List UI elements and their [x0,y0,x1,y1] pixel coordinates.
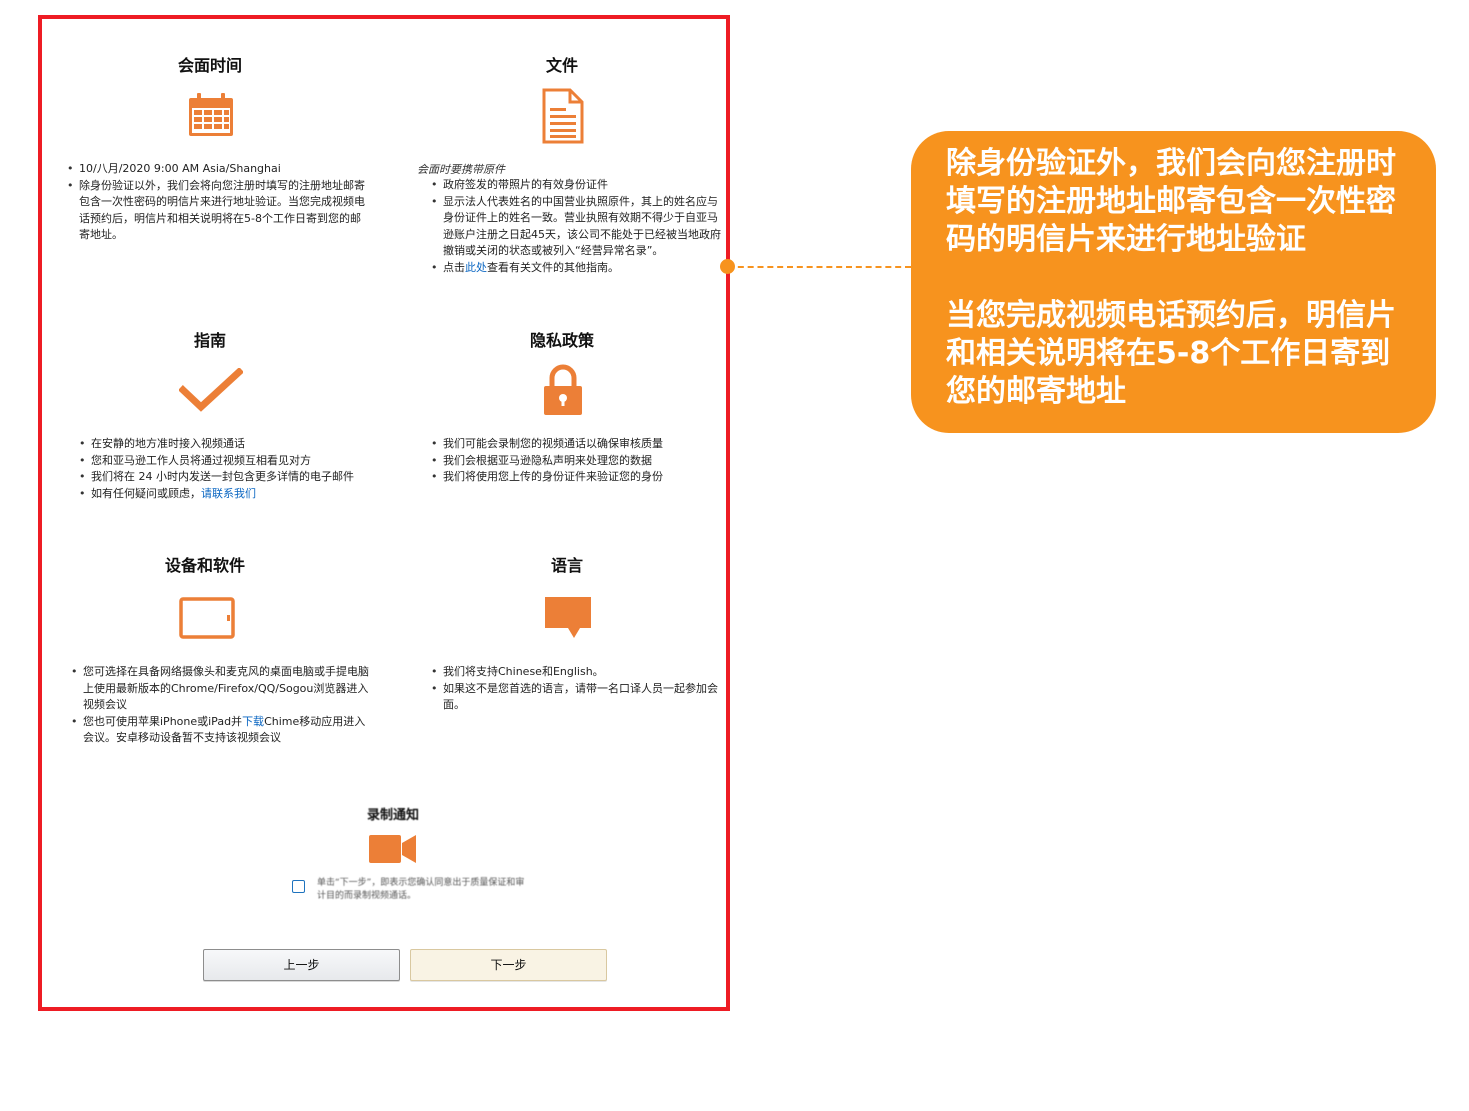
video-camera-icon [369,835,416,863]
connector-line [728,266,911,268]
privacy-title: 隐私政策 [529,331,594,350]
recording-consent-checkbox[interactable] [292,880,305,893]
devices-title: 设备和软件 [164,556,245,575]
list-item: 10/八月/2020 9:00 AM Asia/Shanghai [67,161,367,178]
privacy-list: 我们可能会录制您的视频通话以确保审核质量 我们会根据亚马逊隐私声明来处理您的数据… [431,436,723,486]
address-verification-callout: 除身份验证外，我们会向您注册时填写的注册地址邮寄包含一次性密码的明信片来进行地址… [911,131,1436,433]
download-chime-link[interactable]: 下载 [242,715,264,728]
list-item: 我们将支持Chinese和English。 [431,664,731,681]
list-item: 我们将在 24 小时内发送一封包含更多详情的电子邮件 [79,469,367,486]
list-item: 如果这不是您首选的语言，请带一名口译人员一起参加会面。 [431,681,731,714]
list-item: 点击此处查看有关文件的其他指南。 [431,260,723,277]
guide-title: 指南 [193,331,226,350]
devices-link-prefix: 您也可使用苹果iPhone或iPad并 [83,714,243,728]
documents-guide-link[interactable]: 此处 [465,261,487,274]
list-item: 如有任何疑问或顾虑，请联系我们 [79,486,367,503]
list-item: 显示法人代表姓名的中国营业执照原件，其上的姓名应与身份证件上的姓名一致。营业执照… [431,194,723,260]
speech-bubble-icon [545,597,591,638]
contact-us-link[interactable]: 请联系我们 [201,487,256,500]
list-item: 除身份验证以外，我们会将向您注册时填写的注册地址邮寄包含一次性密码的明信片来进行… [67,178,367,244]
tablet-icon [179,597,235,639]
list-item: 政府签发的带照片的有效身份证件 [431,177,723,194]
document-icon [542,88,584,144]
language-list: 我们将支持Chinese和English。 如果这不是您首选的语言，请带一名口译… [431,664,731,714]
list-item: 我们可能会录制您的视频通话以确保审核质量 [431,436,723,453]
guide-list: 在安静的地方准时接入视频通话 您和亚马逊工作人员将通过视频互相看见对方 我们将在… [79,436,367,502]
recording-title: 录制通知 [366,808,419,823]
documents-title: 文件 [545,56,578,75]
list-item: 我们将使用您上传的身份证件来验证您的身份 [431,469,723,486]
documents-list: 政府签发的带照片的有效身份证件 显示法人代表姓名的中国营业执照原件，其上的姓名应… [431,177,723,276]
recording-consent-text: 单击“下一步”，即表示您确认同意出于质量保证和审计目的而录制视频通话。 [317,878,525,901]
documents-link-prefix: 点击 [443,260,465,274]
list-item: 我们会根据亚马逊隐私声明来处理您的数据 [431,453,723,470]
meeting-time-list: 10/八月/2020 9:00 AM Asia/Shanghai 除身份验证以外… [67,161,367,244]
callout-paragraph: 除身份验证外，我们会向您注册时填写的注册地址邮寄包含一次性密码的明信片来进行地址… [946,146,1396,257]
checkmark-icon [179,368,243,412]
next-step-button[interactable]: 下一步 [410,949,607,981]
calendar-icon [189,93,233,136]
previous-step-button[interactable]: 上一步 [203,949,400,981]
language-title: 语言 [550,556,583,575]
list-item: 您可选择在具备网络摄像头和麦克风的桌面电脑或手提电脑上使用最新版本的Chrome… [71,664,371,714]
list-item: 您也可使用苹果iPhone或iPad并下载Chime移动应用进入会议。安卓移动设… [71,714,371,747]
list-item: 在安静的地方准时接入视频通话 [79,436,367,453]
guide-link-prefix: 如有任何疑问或顾虑， [91,486,201,500]
documents-link-suffix: 查看有关文件的其他指南。 [487,260,619,274]
lock-icon [544,364,582,415]
documents-note: 会面时要携带原件 [417,163,505,176]
meeting-time-title: 会面时间 [177,56,242,75]
list-item: 您和亚马逊工作人员将通过视频互相看见对方 [79,453,367,470]
devices-list: 您可选择在具备网络摄像头和麦克风的桌面电脑或手提电脑上使用最新版本的Chrome… [71,664,371,747]
callout-paragraph: 当您完成视频电话预约后，明信片和相关说明将在5-8个工作日寄到您的邮寄地址 [946,298,1396,409]
